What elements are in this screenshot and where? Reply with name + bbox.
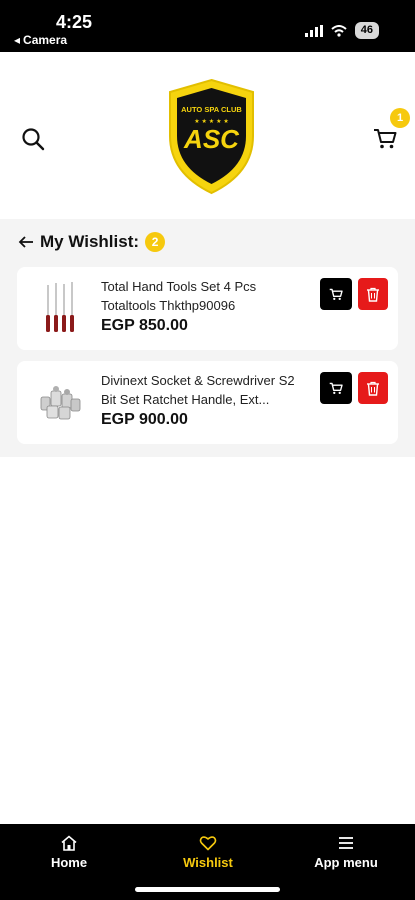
add-to-cart-button[interactable] <box>320 278 352 310</box>
asc-logo[interactable]: AUTO SPA CLUB ★ ★ ★ ★ ★ ASC <box>165 78 258 196</box>
cart-count-badge: 1 <box>390 108 410 128</box>
screwdriver-set-image <box>46 282 74 332</box>
item-price: EGP 850.00 <box>101 317 188 334</box>
item-name[interactable]: Divinext Socket & Screwdriver S2 Bit Set… <box>101 371 311 409</box>
svg-text:AUTO SPA CLUB: AUTO SPA CLUB <box>181 105 242 114</box>
wifi-icon <box>331 24 347 37</box>
logo-shield-icon: AUTO SPA CLUB ★ ★ ★ ★ ★ ASC <box>169 78 254 195</box>
wishlist-item[interactable]: Divinext Socket & Screwdriver S2 Bit Set… <box>17 361 398 444</box>
trash-icon <box>367 381 379 396</box>
cart-icon[interactable] <box>371 124 399 152</box>
home-icon <box>61 835 77 851</box>
status-indicators: 46 <box>304 22 379 39</box>
back-app-label: Camera <box>23 33 68 47</box>
remove-item-button[interactable] <box>358 278 388 310</box>
back-to-app-link[interactable]: ◂ Camera <box>14 33 67 47</box>
nav-app-menu[interactable]: App menu <box>306 834 386 870</box>
item-name[interactable]: Total Hand Tools Set 4 Pcs Totaltools Th… <box>101 277 311 315</box>
item-price: EGP 900.00 <box>101 411 188 428</box>
nav-wishlist-label: Wishlist <box>183 855 233 870</box>
wishlist-count-badge: 2 <box>145 232 166 252</box>
nav-wishlist[interactable]: Wishlist <box>178 834 238 870</box>
page-title: My Wishlist: <box>40 232 140 251</box>
battery-indicator: 46 <box>354 22 379 39</box>
signal-icon <box>304 24 323 37</box>
status-bar: 4:25 ◂ Camera 46 <box>0 0 415 52</box>
back-arrow-icon[interactable] <box>18 234 34 250</box>
socket-set-image <box>40 386 81 420</box>
hamburger-menu-icon <box>339 837 353 849</box>
trash-icon <box>367 287 379 302</box>
nav-home[interactable]: Home <box>47 834 91 870</box>
svg-text:ASC: ASC <box>183 124 240 154</box>
add-to-cart-button[interactable] <box>320 372 352 404</box>
wishlist-header: My Wishlist: 2 <box>18 232 166 252</box>
cart-icon <box>329 382 343 394</box>
cart-icon <box>329 288 343 300</box>
nav-menu-label: App menu <box>314 855 378 870</box>
nav-home-label: Home <box>50 855 88 870</box>
search-icon[interactable] <box>20 126 46 152</box>
wishlist-section: My Wishlist: 2 Total Hand Tools Set 4 Pc… <box>0 219 415 457</box>
heart-icon <box>199 836 217 851</box>
wishlist-item[interactable]: Total Hand Tools Set 4 Pcs Totaltools Th… <box>17 267 398 350</box>
app-header: AUTO SPA CLUB ★ ★ ★ ★ ★ ASC 1 <box>0 52 415 219</box>
status-time: 4:25 <box>56 12 93 32</box>
remove-item-button[interactable] <box>358 372 388 404</box>
home-indicator[interactable] <box>135 887 280 892</box>
